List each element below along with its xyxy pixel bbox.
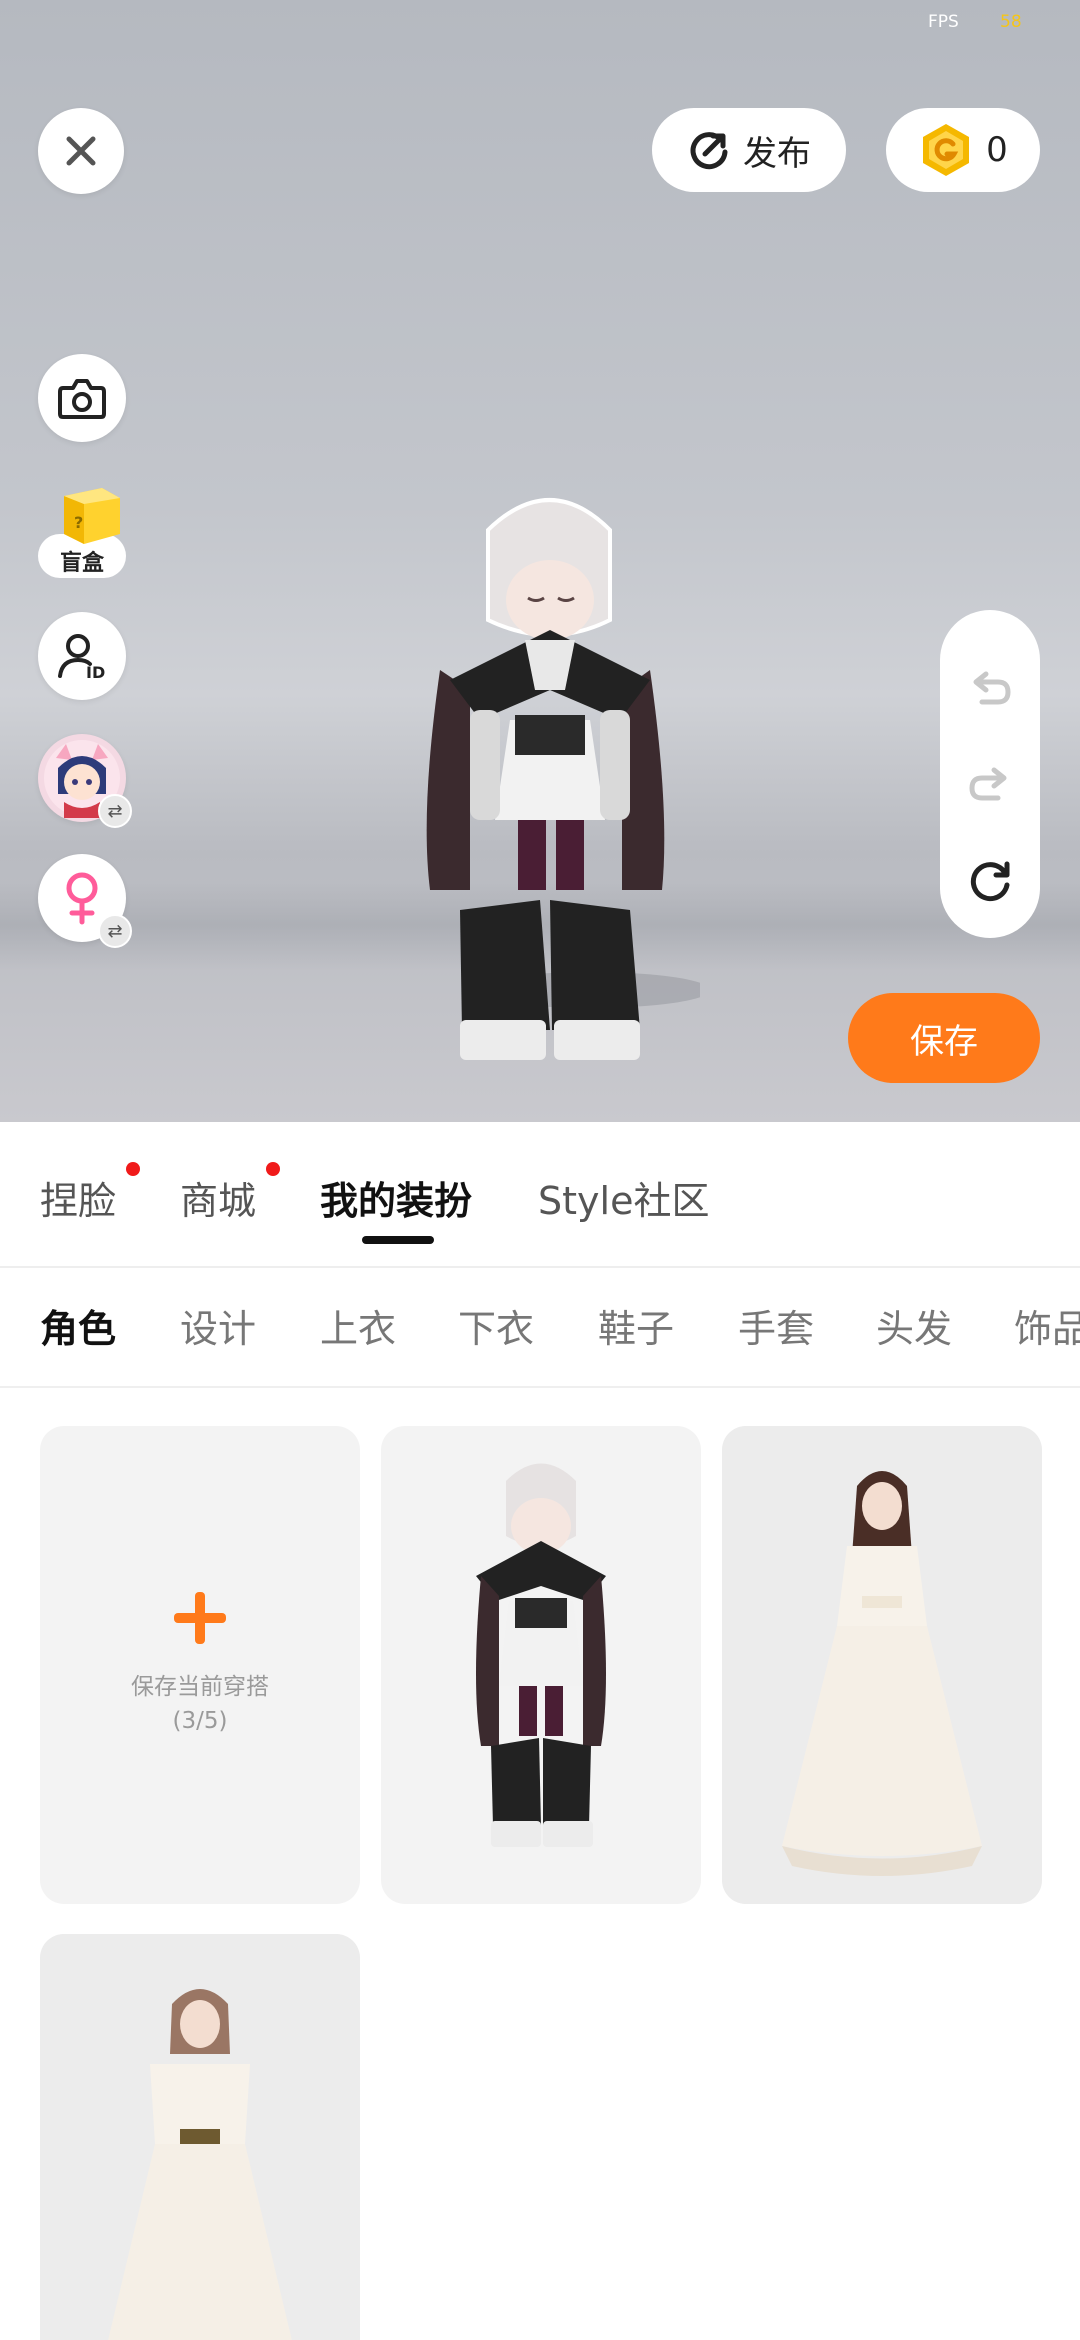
tab-face-badge xyxy=(126,1162,140,1176)
fps-label: FPS xyxy=(928,12,959,32)
category-hair[interactable]: 头发 xyxy=(876,1298,952,1353)
outfit-card[interactable] xyxy=(722,1426,1042,1904)
redo-button[interactable] xyxy=(940,736,1040,832)
tab-shop[interactable]: 商城 xyxy=(180,1170,256,1225)
coin-count: 0 xyxy=(986,130,1008,170)
category-accessories[interactable]: 饰品 xyxy=(1014,1298,1080,1353)
avatar-preview-scene[interactable]: FPS 58 发布 0 盲盒 ? ID ⇄ ⇄ 保存 xyxy=(0,0,1080,1122)
profile-id-button[interactable]: ID xyxy=(38,612,126,700)
svg-text:ID: ID xyxy=(86,663,105,682)
close-button[interactable] xyxy=(38,108,124,194)
save-outfit-count: (3/5) xyxy=(172,1708,228,1734)
tab-my-outfits[interactable]: 我的装扮 xyxy=(320,1170,472,1225)
active-tab-indicator xyxy=(362,1236,434,1244)
save-current-outfit-card[interactable]: 保存当前穿搭 (3/5) xyxy=(40,1426,360,1904)
blindbox-button[interactable]: 盲盒 ? xyxy=(38,478,128,578)
category-tab-bar[interactable]: 角色 设计 上衣 下衣 鞋子 手套 头发 饰品 xyxy=(0,1268,1080,1388)
reset-button[interactable] xyxy=(940,834,1040,930)
category-gloves[interactable]: 手套 xyxy=(738,1298,814,1353)
camera-icon xyxy=(58,379,106,419)
coin-icon xyxy=(923,124,970,176)
category-bottoms[interactable]: 下衣 xyxy=(458,1298,534,1353)
undo-button[interactable] xyxy=(940,640,1040,736)
svg-text:?: ? xyxy=(74,513,83,532)
category-design[interactable]: 设计 xyxy=(180,1298,256,1353)
category-character[interactable]: 角色 xyxy=(40,1298,116,1353)
history-panel xyxy=(940,610,1040,938)
tab-style-community[interactable]: Style社区 xyxy=(538,1170,709,1225)
main-tab-bar: 捏脸 商城 我的装扮 Style社区 xyxy=(0,1122,1080,1268)
publish-label: 发布 xyxy=(743,133,811,174)
user-id-icon: ID xyxy=(58,634,105,682)
fps-value: 58 xyxy=(1000,12,1022,32)
outfit-card[interactable] xyxy=(40,1934,360,2340)
outfit-thumbnail xyxy=(722,1426,1042,1904)
avatar-model xyxy=(426,498,700,1060)
category-tops[interactable]: 上衣 xyxy=(320,1298,396,1353)
tab-face[interactable]: 捏脸 xyxy=(40,1170,116,1225)
tab-shop-badge xyxy=(266,1162,280,1176)
publish-icon xyxy=(690,132,728,170)
outfit-thumbnail xyxy=(40,1934,360,2340)
coin-balance[interactable]: 0 xyxy=(886,108,1040,192)
swap-icon: ⇄ xyxy=(98,794,132,828)
screenshot-button[interactable] xyxy=(38,354,126,442)
close-icon xyxy=(66,136,96,166)
publish-button[interactable]: 发布 xyxy=(652,108,846,192)
outfit-card[interactable] xyxy=(381,1426,701,1904)
category-shoes[interactable]: 鞋子 xyxy=(598,1298,674,1353)
outfit-grid: 保存当前穿搭 (3/5) xyxy=(0,1388,1080,2340)
undo-icon xyxy=(973,671,1011,705)
mystery-box-icon: ? xyxy=(64,488,120,544)
save-button[interactable]: 保存 xyxy=(848,993,1040,1083)
refresh-icon xyxy=(970,861,1010,902)
plus-icon xyxy=(174,1592,226,1644)
switch-character-button[interactable]: ⇄ xyxy=(38,734,132,828)
swap-icon: ⇄ xyxy=(98,914,132,948)
outfit-thumbnail xyxy=(476,1463,606,1847)
save-outfit-label: 保存当前穿搭 xyxy=(131,1674,269,1700)
switch-gender-button[interactable]: ⇄ xyxy=(38,854,132,948)
female-icon xyxy=(66,872,98,925)
redo-icon xyxy=(969,767,1007,801)
